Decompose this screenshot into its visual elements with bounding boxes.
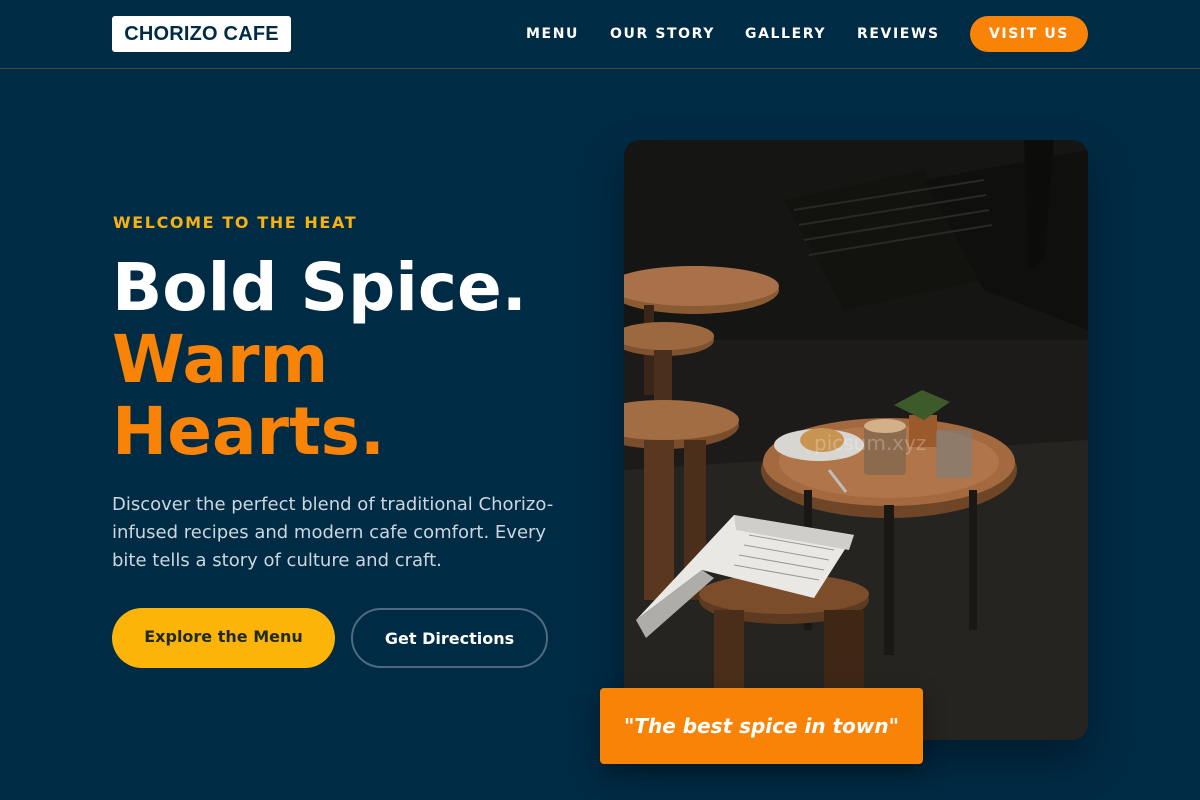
explore-menu-button[interactable]: Explore the Menu (112, 608, 335, 668)
hero-title-line-1: Bold Spice. (112, 249, 527, 326)
hero-title-line-2: Warm (112, 321, 329, 398)
hero-title-line-3: Hearts. (112, 393, 385, 470)
visit-us-button[interactable]: VISIT US (970, 16, 1088, 52)
hero-description: Discover the perfect blend of traditiona… (112, 494, 554, 571)
hero-eyebrow: WELCOME TO THE HEAT (113, 213, 358, 232)
site-header: CHORIZO CAFE MENU OUR STORY GALLERY REVI… (0, 0, 1200, 69)
nav-link-gallery[interactable]: GALLERY (745, 25, 826, 43)
nav-link-reviews[interactable]: REVIEWS (857, 25, 940, 43)
cafe-scene-illustration: picsum.xyz (624, 140, 1088, 740)
nav-link-our-story[interactable]: OUR STORY (610, 25, 715, 43)
nav-link-menu[interactable]: MENU (526, 25, 579, 43)
brand-logo[interactable]: CHORIZO CAFE (112, 16, 291, 52)
get-directions-button[interactable]: Get Directions (351, 608, 548, 668)
testimonial-quote-badge: "The best spice in town" (600, 688, 923, 764)
image-watermark: picsum.xyz (814, 431, 926, 455)
hero-cafe-photo: picsum.xyz (624, 140, 1088, 740)
